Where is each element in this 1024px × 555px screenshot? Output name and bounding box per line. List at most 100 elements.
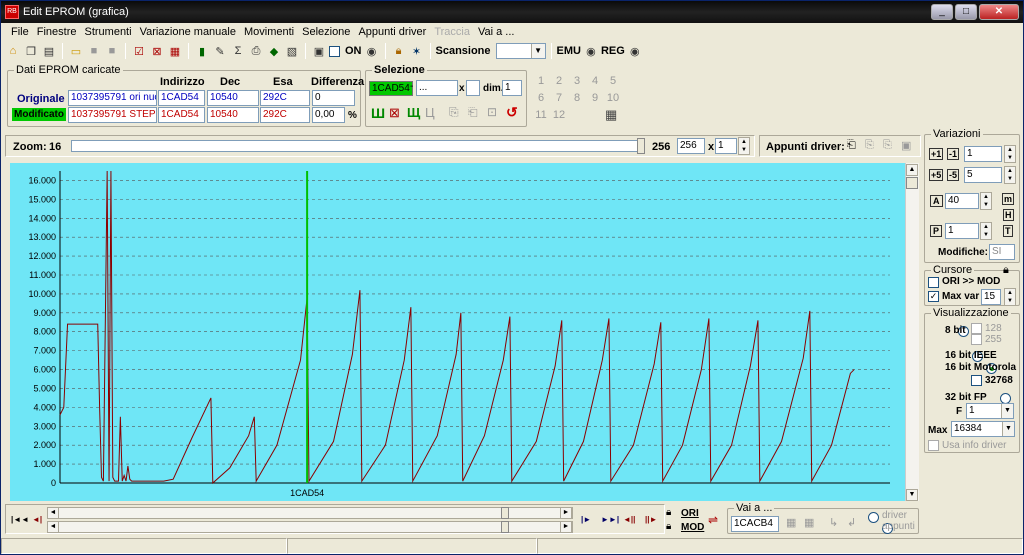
vai-a-field[interactable]: 1CACB4 — [731, 516, 779, 532]
check-32768[interactable] — [971, 375, 982, 386]
num-5[interactable]: 5 — [604, 75, 622, 87]
var3-field[interactable]: 40 — [945, 193, 979, 209]
graph-icon[interactable]: ▧ — [284, 43, 300, 59]
var1-spinner[interactable]: ▲ ▼ — [1004, 145, 1016, 163]
num-9[interactable]: 9 — [586, 92, 604, 104]
selezione-x-field[interactable] — [466, 80, 480, 96]
mod-hscroll[interactable] — [47, 521, 573, 533]
plus5-icon[interactable]: +5 — [929, 169, 944, 181]
originale-esa-field[interactable]: 292C — [260, 90, 310, 106]
num-6[interactable]: 6 — [532, 92, 550, 104]
emu-target-icon[interactable]: ◉ — [583, 43, 599, 59]
compare-icon[interactable]: ⊠ — [149, 43, 165, 59]
originale-dec-field[interactable]: 10540 — [207, 90, 259, 106]
modificato-esa-field[interactable]: 292C — [260, 107, 310, 123]
menu-file[interactable]: File — [7, 26, 33, 38]
select-cross-icon[interactable]: ⊠ — [389, 105, 400, 121]
menu-traccia[interactable]: Traccia — [430, 26, 474, 38]
ori-button[interactable]: ORI — [681, 508, 699, 519]
monitor-icon[interactable]: ▣ — [311, 43, 327, 59]
check-255[interactable] — [971, 334, 982, 345]
ori-scroll-left-icon[interactable]: ◄ — [47, 507, 59, 519]
windows-icon[interactable]: ❐ — [23, 43, 39, 59]
prev-page-button[interactable]: ◄| — [32, 515, 42, 524]
vai-arrow-icon[interactable]: ↳ — [829, 516, 838, 529]
num-11[interactable]: 11 — [532, 109, 550, 121]
maximize-button[interactable]: □ — [955, 4, 977, 20]
next-button[interactable]: |► — [581, 515, 591, 524]
minus1-icon[interactable]: -1 — [947, 148, 960, 160]
modificato-diff-field[interactable]: 0,00 — [312, 107, 345, 123]
num-2[interactable]: 2 — [550, 75, 568, 87]
swap-icon[interactable]: ⇌ — [708, 513, 718, 527]
percent-box-icon[interactable]: A — [930, 195, 943, 207]
zoom-x-field[interactable]: 1 — [715, 138, 737, 154]
maxvar-spinner[interactable]: ▲ ▼ — [1004, 288, 1016, 306]
calculator-icon[interactable]: ▮ — [194, 43, 210, 59]
num-8[interactable]: 8 — [568, 92, 586, 104]
scroll-up-icon[interactable]: ▲ — [906, 164, 918, 176]
ori-hscroll[interactable] — [47, 507, 573, 519]
appunti-clear-icon[interactable]: ▣ — [901, 139, 911, 152]
close-button[interactable]: ✕ — [979, 4, 1019, 20]
t-box-icon[interactable]: T — [1003, 225, 1013, 237]
num-3[interactable]: 3 — [568, 75, 586, 87]
select-bar-icon[interactable]: Ш — [371, 105, 385, 121]
menu-appunti-driver[interactable]: Appunti driver — [354, 26, 430, 38]
save-icon[interactable]: ■ — [86, 43, 102, 59]
eprom-app-icon[interactable]: RB — [5, 5, 19, 19]
compare-sel-icon[interactable]: ⊡ — [487, 105, 497, 119]
num-7[interactable]: 7 — [550, 92, 568, 104]
menu-movimenti[interactable]: Movimenti — [240, 26, 298, 38]
cursore-lock-icon[interactable]: 🔒︎ — [1003, 264, 1009, 277]
home-icon[interactable]: ⌂ — [5, 43, 21, 59]
check-table-icon[interactable]: ☑ — [131, 43, 147, 59]
num-1[interactable]: 1 — [532, 75, 550, 87]
paint-icon[interactable]: ◆ — [266, 43, 282, 59]
originale-indirizzo-field[interactable]: 1CAD54 — [158, 90, 205, 106]
minus5-icon[interactable]: -5 — [947, 169, 960, 181]
appunti-paste-icon[interactable]: ⎗ — [847, 139, 856, 152]
paste-icon[interactable]: ⎗ — [468, 105, 478, 120]
vai-table-icon[interactable]: ▦ — [786, 516, 796, 529]
menu-selezione[interactable]: Selezione — [298, 26, 354, 38]
plus1-icon[interactable]: +1 — [929, 148, 944, 160]
mod-lock-icon[interactable]: 🔒︎ — [666, 521, 671, 532]
first-page-button[interactable]: |◄◄ — [11, 515, 29, 524]
menu-strumenti[interactable]: Strumenti — [80, 26, 135, 38]
next-mod-button[interactable]: ||► — [645, 515, 657, 524]
sum-icon[interactable]: Σ — [230, 43, 246, 59]
modificato-indirizzo-field[interactable]: 1CAD54 — [158, 107, 205, 123]
var2-spinner[interactable]: ▲ ▼ — [1004, 166, 1016, 184]
num-10[interactable]: 10 — [604, 92, 622, 104]
prev-mod-button[interactable]: ◄|| — [623, 515, 635, 524]
mod-button[interactable]: MOD — [681, 522, 704, 533]
runner-icon[interactable]: ✶ — [409, 43, 425, 59]
max-select[interactable]: 16384 ▼ — [951, 421, 1015, 437]
last-button[interactable]: ►►| — [601, 515, 619, 524]
print-icon[interactable]: ⎙ — [248, 43, 264, 59]
vai-arrow2-icon[interactable]: ↲ — [847, 516, 856, 529]
modificato-file-field[interactable]: 1037395791 STEP7 u — [68, 107, 157, 123]
var2-field[interactable]: 5 — [964, 167, 1002, 183]
zoom-box-field[interactable]: 256 — [677, 138, 705, 154]
var4-field[interactable]: 1 — [945, 223, 979, 239]
appunti-copy-icon[interactable]: ⎘ — [865, 139, 874, 152]
chart-area[interactable]: 0 1.000 2.000 3.000 4.000 5.000 6.000 7.000 8.00… — [10, 163, 905, 501]
zoom-x-spinner[interactable]: ▲ ▼ — [738, 137, 750, 155]
check-128[interactable] — [971, 323, 982, 334]
f-select[interactable]: 1 ▼ — [966, 403, 1014, 419]
table-icon[interactable]: ▦ — [167, 43, 183, 59]
scan-select[interactable]: ▼ — [495, 43, 546, 59]
ori-lock-icon[interactable]: 🔒︎ — [666, 507, 671, 518]
selezione-end-field[interactable]: ... — [416, 80, 458, 96]
chart-edit-icon[interactable]: ✎ — [212, 43, 228, 59]
undo-icon[interactable]: ↺ — [506, 104, 518, 121]
ori-mod-checkbox[interactable] — [928, 277, 939, 288]
f-chevron-down-icon[interactable]: ▼ — [1001, 404, 1013, 418]
minimize-button[interactable]: _ — [931, 4, 953, 20]
on-checkbox[interactable] — [329, 45, 340, 57]
appunti-merge-icon[interactable]: ⎘ — [883, 139, 892, 152]
h-box-icon[interactable]: H — [1003, 209, 1014, 221]
calc-icon[interactable]: ▦ — [605, 107, 617, 123]
